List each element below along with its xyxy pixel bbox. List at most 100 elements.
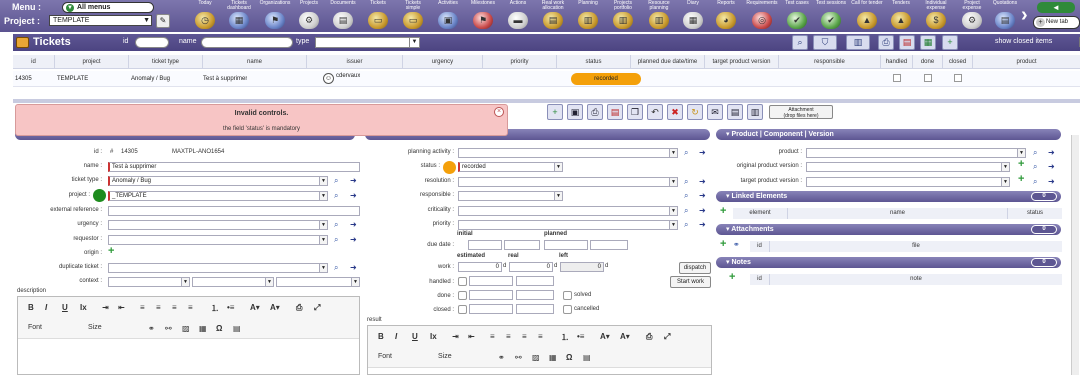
bg-color-icon[interactable]: A▾ <box>620 332 630 341</box>
link-icon[interactable]: ▤ <box>727 104 743 120</box>
search-icon[interactable]: ⌕ <box>1033 148 1042 157</box>
bold-icon[interactable]: B <box>378 332 384 341</box>
start-work-button[interactable]: Start work <box>670 276 711 288</box>
handled-date-input[interactable] <box>469 276 513 286</box>
add-attachment-icon[interactable]: + <box>720 239 729 250</box>
nav-diary[interactable]: Diary ▦ <box>679 0 707 32</box>
nav-today[interactable]: Today ◷ <box>193 0 217 32</box>
target-version-select[interactable]: ▼ <box>806 177 1010 187</box>
print-button[interactable]: ⎙ <box>878 35 894 50</box>
fullscreen-icon[interactable]: ⤢ <box>664 332 670 342</box>
font-select[interactable]: Font <box>378 353 392 360</box>
context-select-3[interactable]: ▼ <box>276 277 360 287</box>
add-link-icon[interactable]: + <box>720 206 729 217</box>
undo-icon[interactable]: ↶ <box>647 104 663 120</box>
pdf-icon[interactable]: ▤ <box>607 104 623 120</box>
new-button[interactable]: + <box>547 104 563 120</box>
indent-icon[interactable]: ⇥ <box>102 303 109 312</box>
email-icon[interactable]: ✉ <box>707 104 723 120</box>
outdent-icon[interactable]: ⇤ <box>118 303 125 312</box>
goto-icon[interactable]: ➜ <box>1048 148 1057 157</box>
justify-icon[interactable]: ≡ <box>538 332 543 341</box>
unlink-icon[interactable]: ⚯ <box>515 353 522 362</box>
text-color-icon[interactable]: A▾ <box>250 303 260 312</box>
closed-time-input[interactable] <box>516 304 554 314</box>
print-icon[interactable]: ⎙ <box>646 332 652 342</box>
vertical-scrollbar[interactable] <box>1071 135 1079 375</box>
nav-documents[interactable]: Documents ▤ <box>326 0 360 32</box>
product-section-bar[interactable]: ▾ Product | Component | Version <box>716 129 1061 140</box>
col-header[interactable]: issuer <box>307 55 403 69</box>
search-icon[interactable]: ⌕ <box>684 206 693 215</box>
align-left-icon[interactable]: ≡ <box>140 303 145 312</box>
copy-icon[interactable]: ❐ <box>627 104 643 120</box>
notes-section-bar[interactable]: ▾ Notes 0 <box>716 257 1061 268</box>
project-selector[interactable]: TEMPLATE ▼ <box>49 15 152 26</box>
external-reference-input[interactable] <box>108 206 360 216</box>
goto-icon[interactable]: ➜ <box>699 220 708 229</box>
col-header[interactable]: ticket type <box>129 55 203 69</box>
nav-reports[interactable]: Reports ◕ <box>711 0 741 32</box>
col-header[interactable]: product <box>973 55 1080 69</box>
filter-name-input[interactable] <box>201 37 293 48</box>
align-right-icon[interactable]: ≡ <box>172 303 177 312</box>
linked-section-bar[interactable]: ▾ Linked Elements 0 <box>716 191 1061 202</box>
closed-checkbox[interactable] <box>458 305 467 314</box>
responsible-select[interactable]: ▼ <box>458 191 563 201</box>
product-select[interactable]: ▼ <box>806 148 1026 158</box>
clear-format-icon[interactable]: Ix <box>430 332 437 341</box>
col-header[interactable]: done <box>913 55 943 69</box>
fullscreen-icon[interactable]: ⤢ <box>314 303 320 313</box>
col-header[interactable]: handled <box>881 55 913 69</box>
col-header[interactable]: planned due date/time <box>631 55 705 69</box>
requestor-select[interactable]: ▼ <box>108 235 328 245</box>
link-attachment-icon[interactable]: ⚭ <box>733 240 743 249</box>
align-right-icon[interactable]: ≡ <box>522 332 527 341</box>
refresh-icon[interactable]: ↻ <box>687 104 703 120</box>
nav-actions[interactable]: Actions ▬ <box>503 0 533 32</box>
status-select[interactable]: recorded ▼ <box>458 162 563 172</box>
underline-icon[interactable]: U <box>412 332 418 341</box>
criticality-select[interactable]: ▼ <box>458 206 678 216</box>
context-select-1[interactable]: ▼ <box>108 277 190 287</box>
italic-icon[interactable]: I <box>45 303 47 312</box>
nav-test-cases[interactable]: Test cases ✔ <box>783 0 811 32</box>
nav-requirements[interactable]: Requirements ◎ <box>745 0 779 32</box>
edit-project-button[interactable]: ✎ <box>156 14 170 28</box>
add-icon[interactable]: + <box>1018 174 1027 185</box>
chevron-right-icon[interactable]: › <box>1021 4 1028 27</box>
font-select[interactable]: Font <box>28 324 42 331</box>
bg-color-icon[interactable]: A▾ <box>270 303 280 312</box>
ticket-type-select[interactable]: Anomaly / Bug ▼ <box>108 176 328 186</box>
image-icon[interactable]: ▨ <box>532 353 540 362</box>
goto-icon[interactable]: ➜ <box>1048 177 1057 186</box>
goto-icon[interactable]: ➜ <box>1048 162 1057 171</box>
search-icon[interactable]: ⌕ <box>334 191 343 200</box>
priority-select[interactable]: ▼ <box>458 220 678 230</box>
omega-icon[interactable]: Ω <box>216 324 222 333</box>
goto-icon[interactable]: ➜ <box>350 176 359 185</box>
columns-button[interactable]: ▥ <box>846 35 870 50</box>
col-header[interactable]: name <box>203 55 307 69</box>
new-tab-button[interactable]: + New tab <box>1033 16 1080 29</box>
col-header[interactable]: urgency <box>403 55 483 69</box>
outdent-icon[interactable]: ⇤ <box>468 332 475 341</box>
description-editor[interactable]: B I U Ix ⇥ ⇤ ≡ ≡ ≡ ≡ ⒈ •≡ A▾ A▾ ⎙ ⤢ Font… <box>17 296 360 375</box>
duplicate-ticket-select[interactable]: ▼ <box>108 263 328 273</box>
numbered-list-icon[interactable]: ⒈ <box>561 332 569 343</box>
filter-id-input[interactable] <box>135 37 169 48</box>
text-color-icon[interactable]: A▾ <box>600 332 610 341</box>
source-icon[interactable]: ▤ <box>233 324 241 333</box>
goto-icon[interactable]: ➜ <box>699 206 708 215</box>
goto-icon[interactable]: ➜ <box>350 263 359 272</box>
planning-activity-select[interactable]: ▼ <box>458 148 678 158</box>
estimated-work-input[interactable]: 0 <box>458 262 502 272</box>
goto-icon[interactable]: ➜ <box>699 191 708 200</box>
link-icon[interactable]: ⚭ <box>498 353 505 362</box>
col-header[interactable]: closed <box>943 55 973 69</box>
project-select[interactable]: _TEMPLATE ▼ <box>108 191 328 201</box>
search-button[interactable]: ⌕ <box>792 35 808 50</box>
done-date-input[interactable] <box>469 290 513 300</box>
numbered-list-icon[interactable]: ⒈ <box>211 303 219 314</box>
filter-type-select[interactable]: ▼ <box>315 37 420 48</box>
